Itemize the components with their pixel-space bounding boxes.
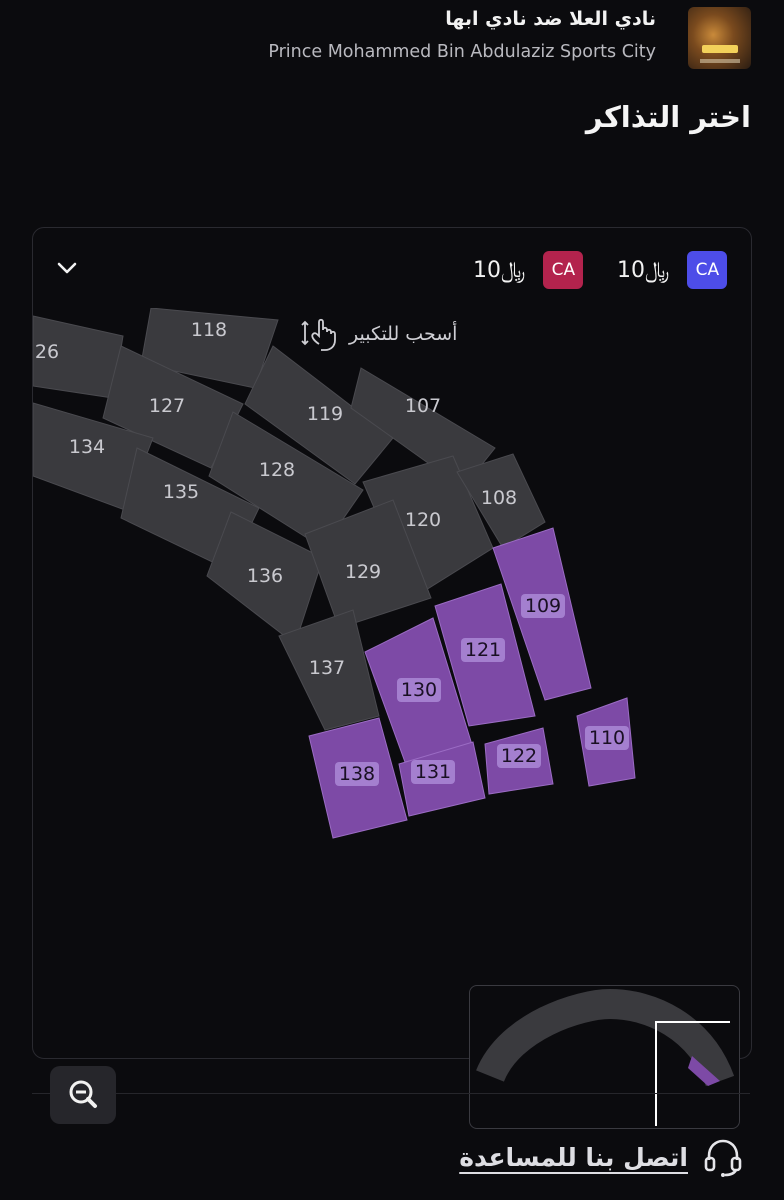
section-label: 109 xyxy=(525,595,561,617)
price-amount-2: ﷼10 xyxy=(473,257,526,283)
price-amount-1: ﷼10 xyxy=(617,257,670,283)
section-label: 128 xyxy=(259,459,295,481)
event-thumbnail xyxy=(688,7,751,69)
price-legend-1: ﷼10 CA xyxy=(617,250,728,290)
section-label: 122 xyxy=(501,745,537,767)
page-title: اختر التذاكر xyxy=(585,100,751,134)
section-138[interactable]: 138 xyxy=(308,717,408,839)
section-26: 26 xyxy=(33,315,124,399)
chevron-down-icon[interactable] xyxy=(53,254,81,282)
section-label: 131 xyxy=(415,761,451,783)
section-label: 130 xyxy=(401,679,437,701)
event-header: نادي العلا ضد نادي ابها Prince Mohammed … xyxy=(0,0,784,80)
category-badge-2: CA xyxy=(543,251,584,289)
section-label: 134 xyxy=(69,436,105,458)
divider xyxy=(32,1093,750,1094)
section-label: 127 xyxy=(149,395,185,417)
riyal-icon: ﷼ xyxy=(501,257,526,283)
section-label: 107 xyxy=(405,395,441,417)
help-link[interactable]: اتصل بنا للمساعدة xyxy=(459,1136,744,1178)
minimap[interactable] xyxy=(469,985,740,1129)
zoom-out-button[interactable] xyxy=(50,1066,116,1124)
section-label: 119 xyxy=(307,403,343,425)
help-label[interactable]: اتصل بنا للمساعدة xyxy=(459,1143,688,1172)
section-110[interactable]: 110 xyxy=(576,697,636,787)
headset-icon xyxy=(704,1139,742,1177)
section-label: 138 xyxy=(339,763,375,785)
seat-map-card[interactable]: ﷼10 CA ﷼10 CA أسحب للتكبير 26 118 127 134 11… xyxy=(32,227,752,1059)
section-label: 137 xyxy=(309,657,345,679)
zoom-out-icon xyxy=(69,1080,97,1108)
price-legend-2: ﷼10 CA xyxy=(473,250,584,290)
section-label: 110 xyxy=(589,727,625,749)
section-label: 135 xyxy=(163,481,199,503)
section-122[interactable]: 122 xyxy=(484,727,554,795)
event-title: نادي العلا ضد نادي ابها xyxy=(445,8,656,30)
stadium-map[interactable]: 26 118 127 134 119 107 128 135 120 108 136 129 137 10… xyxy=(33,308,751,928)
section-label: 120 xyxy=(405,509,441,531)
section-label: 136 xyxy=(247,565,283,587)
section-label: 26 xyxy=(35,341,59,363)
section-label: 121 xyxy=(465,639,501,661)
section-label: 118 xyxy=(191,319,227,341)
event-venue: Prince Mohammed Bin Abdulaziz Sports Cit… xyxy=(268,42,656,62)
riyal-icon: ﷼ xyxy=(645,257,670,283)
minimap-overview xyxy=(476,988,735,1126)
section-label: 108 xyxy=(481,487,517,509)
section-label: 129 xyxy=(345,561,381,583)
category-badge-1: CA xyxy=(687,251,728,289)
